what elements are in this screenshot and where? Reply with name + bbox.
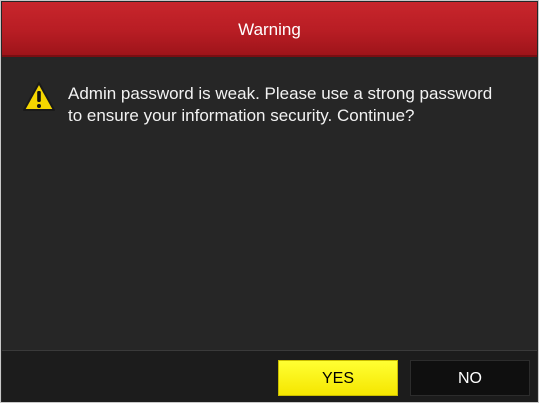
warning-dialog: Warning Admin password is weak. Please u…	[0, 0, 539, 403]
dialog-footer: YES NO	[2, 350, 537, 402]
dialog-message: Admin password is weak. Please use a str…	[68, 83, 534, 127]
yes-button[interactable]: YES	[278, 360, 398, 396]
dialog-body: Admin password is weak. Please use a str…	[2, 57, 537, 350]
no-button[interactable]: NO	[410, 360, 530, 396]
dialog-title-bar: Warning	[2, 2, 537, 57]
dialog-message-line-2: to ensure your information security. Con…	[68, 106, 415, 125]
dialog-title: Warning	[238, 20, 301, 39]
dialog-message-line-1: Admin password is weak. Please use a str…	[68, 84, 493, 103]
warning-triangle-icon	[22, 81, 56, 113]
